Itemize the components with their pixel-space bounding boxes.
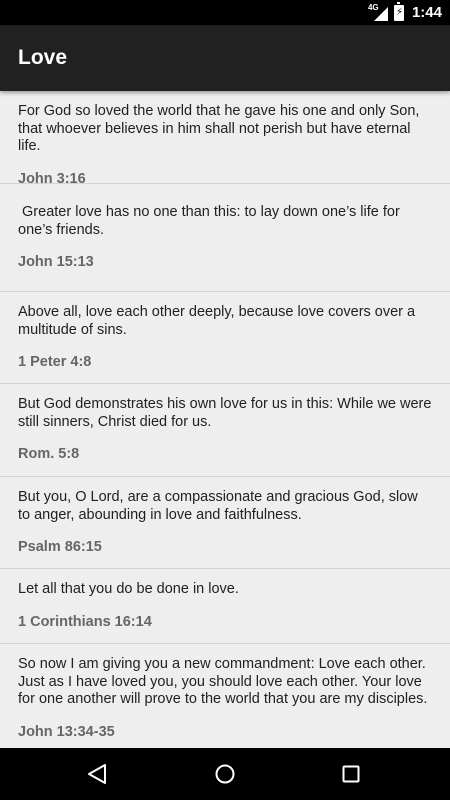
verse-text: For God so loved the world that he gave … — [18, 103, 424, 154]
verse-item[interactable]: For God so loved the world that he gave … — [0, 91, 450, 187]
verse-reference: 1 Corinthians 16:14 — [18, 613, 152, 630]
navigation-bar — [0, 748, 450, 800]
verse-reference: John 13:34-35 — [18, 723, 115, 740]
signal-icon — [373, 6, 388, 21]
screen: 4G ⚡ 1:44 Love For God so loved the worl… — [0, 0, 450, 800]
signal-indicator: 4G — [368, 3, 388, 22]
verse-item[interactable]: Greater love has no one than this: to la… — [0, 184, 450, 292]
verse-text: Above all, love each other deeply, becau… — [18, 304, 420, 338]
status-bar: 4G ⚡ 1:44 — [0, 0, 450, 25]
back-icon — [88, 764, 106, 784]
page-title: Love — [18, 46, 68, 69]
verse-reference: John 15:13 — [18, 254, 94, 270]
verse-item[interactable]: Above all, love each other deeply, becau… — [0, 292, 450, 384]
verse-item[interactable]: So now I am giving you a new commandment… — [0, 644, 450, 748]
app-bar: Love — [0, 25, 450, 91]
verse-text: Greater love has no one than this: to la… — [18, 204, 404, 238]
charging-bolt-icon: ⚡ — [395, 6, 403, 18]
verse-reference: Psalm 86:15 — [18, 539, 102, 555]
verse-reference: Rom. 5:8 — [18, 446, 80, 462]
home-button[interactable] — [195, 748, 255, 800]
verse-item[interactable]: But God demonstrates his own love for us… — [0, 384, 450, 477]
recents-button[interactable] — [321, 748, 381, 800]
status-clock: 1:44 — [411, 4, 442, 21]
status-icons: 4G ⚡ 1:44 — [368, 0, 442, 25]
verse-text: But you, O Lord, are a compassionate and… — [18, 489, 422, 523]
verse-list[interactable]: For God so loved the world that he gave … — [0, 91, 450, 748]
verse-text: So now I am giving you a new commandment… — [18, 656, 434, 707]
verse-reference: 1 Peter 4:8 — [18, 354, 92, 370]
verse-item[interactable]: Let all that you do be done in love. 1 C… — [0, 569, 450, 644]
home-icon — [215, 764, 235, 784]
verse-item[interactable]: But you, O Lord, are a compassionate and… — [0, 477, 450, 569]
verse-text: Let all that you do be done in love. — [18, 581, 239, 597]
battery-icon: ⚡ — [393, 2, 404, 21]
back-button[interactable] — [67, 748, 127, 800]
recents-icon — [342, 765, 360, 783]
verse-text: But God demonstrates his own love for us… — [18, 396, 436, 430]
